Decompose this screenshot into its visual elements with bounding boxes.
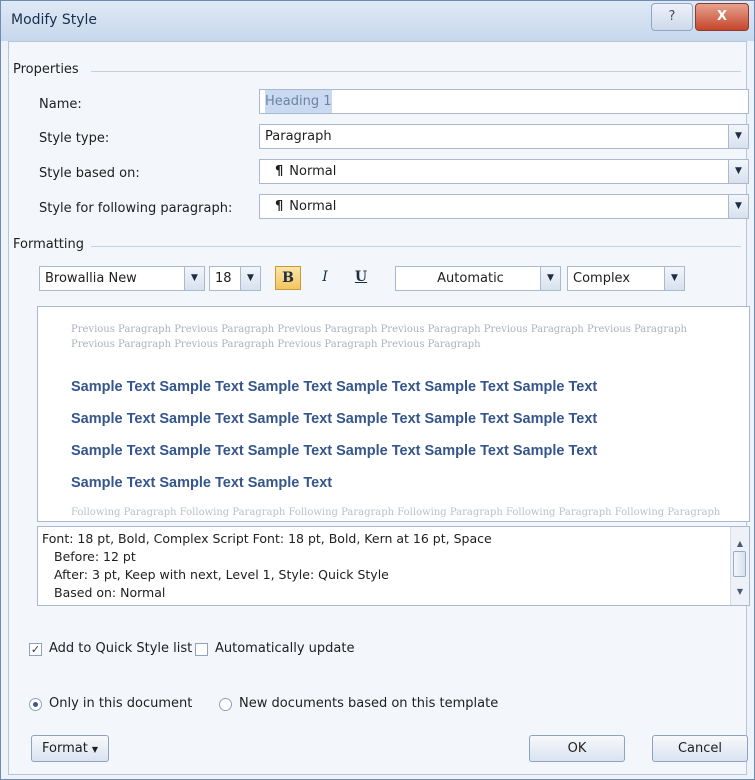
previous-paragraph-text: Previous Paragraph Previous Paragraph Pr… <box>71 324 687 350</box>
chevron-down-icon[interactable]: ▼ <box>664 267 684 290</box>
new-documents-radio[interactable] <box>219 698 232 711</box>
font-select[interactable]: Browallia New ▼ <box>39 266 205 291</box>
window-title: Modify Style <box>11 12 98 28</box>
ok-button[interactable]: OK <box>529 735 625 762</box>
based-on-value: Normal <box>289 164 337 179</box>
properties-divider <box>91 71 741 72</box>
following-paragraph-select[interactable]: ¶ Normal ▼ <box>259 194 749 219</box>
only-this-document-radio[interactable] <box>29 698 42 711</box>
font-color-select[interactable]: Automatic ▼ <box>395 266 561 291</box>
font-color-value: Automatic <box>437 271 504 286</box>
help-button[interactable]: ? <box>651 3 693 31</box>
close-button[interactable]: X <box>695 3 749 31</box>
add-quick-style-label: Add to Quick Style list <box>49 641 193 656</box>
auto-update-checkbox[interactable] <box>195 643 208 656</box>
font-size-select[interactable]: 18 ▼ <box>209 266 261 291</box>
name-label: Name: <box>39 97 82 112</box>
auto-update-label: Automatically update <box>215 641 355 656</box>
sample-text-line: Sample Text Sample Text Sample Text Samp… <box>71 379 598 395</box>
paragraph-mark-icon: ¶ <box>275 199 284 214</box>
chevron-down-icon[interactable]: ▼ <box>540 267 560 290</box>
chevron-down-icon[interactable]: ▼ <box>728 160 748 183</box>
title-bar: Modify Style ? X <box>1 1 754 41</box>
based-on-label: Style based on: <box>39 166 140 181</box>
sample-text-line: Sample Text Sample Text Sample Text Samp… <box>71 411 598 427</box>
style-type-select[interactable]: Paragraph ▼ <box>259 124 749 149</box>
chevron-down-icon[interactable]: ▼ <box>728 125 748 148</box>
scroll-thumb[interactable] <box>733 551 746 577</box>
following-paragraph-text: Following Paragraph Following Paragraph … <box>71 507 721 518</box>
chevron-down-icon: ▼ <box>91 745 98 754</box>
description-line: Based on: Normal <box>54 585 166 600</box>
format-button-label: Format <box>42 741 88 756</box>
chevron-down-icon[interactable]: ▼ <box>728 195 748 218</box>
sample-text-line: Sample Text Sample Text Sample Text <box>71 475 333 491</box>
modify-style-dialog: Modify Style ? X Properties Name: Headin… <box>0 0 755 780</box>
paragraph-mark-icon: ¶ <box>275 164 284 179</box>
following-paragraph-value: Normal <box>289 199 337 214</box>
font-value: Browallia New <box>45 271 137 286</box>
sample-text-line: Sample Text Sample Text Sample Text Samp… <box>71 443 598 459</box>
chevron-down-icon[interactable]: ▼ <box>240 267 260 290</box>
based-on-select[interactable]: ¶ Normal ▼ <box>259 159 749 184</box>
scroll-down-icon[interactable]: ▼ <box>731 587 749 596</box>
name-value: Heading 1 <box>265 90 332 113</box>
chevron-down-icon[interactable]: ▼ <box>184 267 204 290</box>
properties-group-label: Properties <box>13 62 79 77</box>
bold-button[interactable]: B <box>275 266 301 290</box>
formatting-group-label: Formatting <box>13 237 85 252</box>
add-quick-style-checkbox[interactable]: ✓ <box>29 643 42 656</box>
style-type-label: Style type: <box>39 131 110 146</box>
font-size-value: 18 <box>215 271 232 286</box>
following-paragraph-label: Style for following paragraph: <box>39 201 233 216</box>
scroll-up-icon[interactable]: ▲ <box>731 539 749 548</box>
description-line: Before: 12 pt <box>54 549 136 564</box>
description-scrollbar[interactable]: ▲ ▼ <box>730 527 749 605</box>
format-menu-button[interactable]: Format ▼ <box>31 735 109 762</box>
underline-button[interactable]: U <box>349 266 373 290</box>
name-field[interactable]: Heading 1 <box>259 89 749 114</box>
cancel-button[interactable]: Cancel <box>652 735 748 762</box>
style-type-value: Paragraph <box>265 129 332 144</box>
style-preview-pane: Previous Paragraph Previous Paragraph Pr… <box>37 306 750 522</box>
description-line: Font: 18 pt, Bold, Complex Script Font: … <box>42 531 492 546</box>
description-line: After: 3 pt, Keep with next, Level 1, St… <box>54 567 389 582</box>
italic-button[interactable]: I <box>313 266 337 290</box>
script-select[interactable]: Complex ▼ <box>567 266 685 291</box>
style-description-box[interactable]: Font: 18 pt, Bold, Complex Script Font: … <box>37 526 750 606</box>
only-this-document-label: Only in this document <box>49 696 193 711</box>
new-documents-label: New documents based on this template <box>239 696 499 711</box>
script-value: Complex <box>573 271 631 286</box>
formatting-divider <box>91 246 741 247</box>
